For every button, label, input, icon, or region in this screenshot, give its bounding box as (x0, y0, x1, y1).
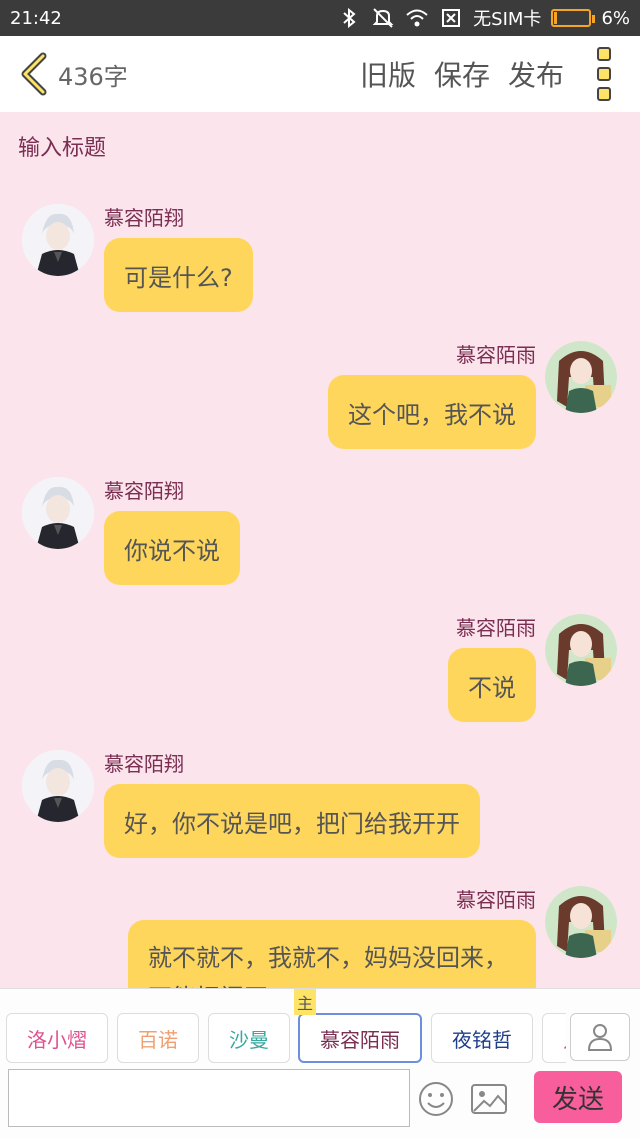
avatar[interactable] (545, 614, 617, 686)
sender-name: 慕容陌雨 (456, 616, 536, 640)
bluetooth-icon (337, 6, 361, 30)
message-bubble: 就不就不，我就不，妈妈没回来，不能把门开 (128, 920, 536, 988)
message-bubble: 这个吧，我不说 (328, 375, 536, 449)
no-sim-icon (439, 6, 463, 30)
message-bubble: 不说 (448, 648, 536, 722)
chat-area: 慕容陌翔 可是什么? 慕容陌雨 这个吧，我不说 慕容陌翔 你说不说 慕容陌雨 不… (0, 180, 640, 988)
sender-name: 慕容陌雨 (456, 343, 536, 367)
sender-name: 慕容陌翔 (104, 479, 184, 503)
person-icon (587, 1024, 613, 1051)
role-tab[interactable]: 夜铭哲 (431, 1013, 533, 1063)
role-tab-active[interactable]: 慕容陌雨 (298, 1013, 422, 1063)
send-button[interactable]: 发送 (534, 1071, 622, 1123)
more-menu-button[interactable] (584, 44, 624, 104)
avatar[interactable] (22, 750, 94, 822)
role-label: 几 (563, 1024, 566, 1053)
role-tab[interactable]: 百诺 (117, 1013, 199, 1063)
message-bubble: 可是什么? (104, 238, 253, 312)
back-button[interactable] (16, 49, 52, 99)
sender-name: 慕容陌翔 (104, 206, 184, 230)
role-tab[interactable]: 洛小熠 (6, 1013, 108, 1063)
input-bar: 洛小熠 百诺 沙曼 慕容陌雨 夜铭哲 几 主 发送 (0, 988, 640, 1138)
status-bar: 21:42 无SIM卡 6% (0, 0, 640, 36)
emoji-icon (419, 1082, 453, 1116)
role-tab[interactable]: 沙曼 (208, 1013, 290, 1063)
battery-percent: 6% (601, 7, 630, 29)
word-count: 436字 (58, 62, 128, 91)
emoji-button[interactable] (416, 1079, 456, 1119)
more-dot-icon (597, 47, 611, 61)
avatar[interactable] (22, 477, 94, 549)
chevron-left-icon (21, 52, 47, 96)
more-dot-icon (597, 67, 611, 81)
status-icons: 无SIM卡 6% (337, 5, 630, 31)
message-bubble: 好，你不说是吧，把门给我开开 (104, 784, 480, 858)
status-time: 21:42 (10, 7, 62, 29)
title-input[interactable]: 输入标题 (18, 130, 106, 162)
message-bubble: 你说不说 (104, 511, 240, 585)
main-role-badge: 主 (294, 989, 316, 1015)
image-button[interactable] (468, 1079, 510, 1119)
sender-name: 慕容陌翔 (104, 752, 184, 776)
role-label: 慕容陌雨 (320, 1027, 400, 1052)
battery-icon (551, 9, 596, 27)
role-label: 洛小熠 (27, 1027, 87, 1052)
editor-header: 436字 旧版 保存 发布 (0, 36, 640, 112)
save-button[interactable]: 保存 (434, 54, 490, 94)
wifi-icon (405, 6, 429, 30)
sim-status-text: 无SIM卡 (473, 9, 542, 30)
message-input[interactable] (8, 1069, 410, 1127)
header-actions: 旧版 保存 发布 (360, 54, 564, 94)
role-label: 沙曼 (229, 1027, 269, 1052)
role-label: 百诺 (138, 1027, 178, 1052)
avatar[interactable] (22, 204, 94, 276)
image-icon (471, 1084, 507, 1114)
avatar[interactable] (545, 886, 617, 958)
publish-button[interactable]: 发布 (508, 54, 564, 94)
add-role-button[interactable] (570, 1013, 630, 1061)
role-tab[interactable]: 几 (542, 1013, 566, 1063)
avatar[interactable] (545, 341, 617, 413)
more-dot-icon (597, 87, 611, 101)
role-selector: 洛小熠 百诺 沙曼 慕容陌雨 夜铭哲 几 (6, 1011, 566, 1063)
mute-icon (371, 6, 395, 30)
battery-level (554, 12, 557, 24)
role-label: 夜铭哲 (452, 1027, 512, 1052)
sender-name: 慕容陌雨 (456, 888, 536, 912)
old-version-button[interactable]: 旧版 (360, 54, 416, 94)
